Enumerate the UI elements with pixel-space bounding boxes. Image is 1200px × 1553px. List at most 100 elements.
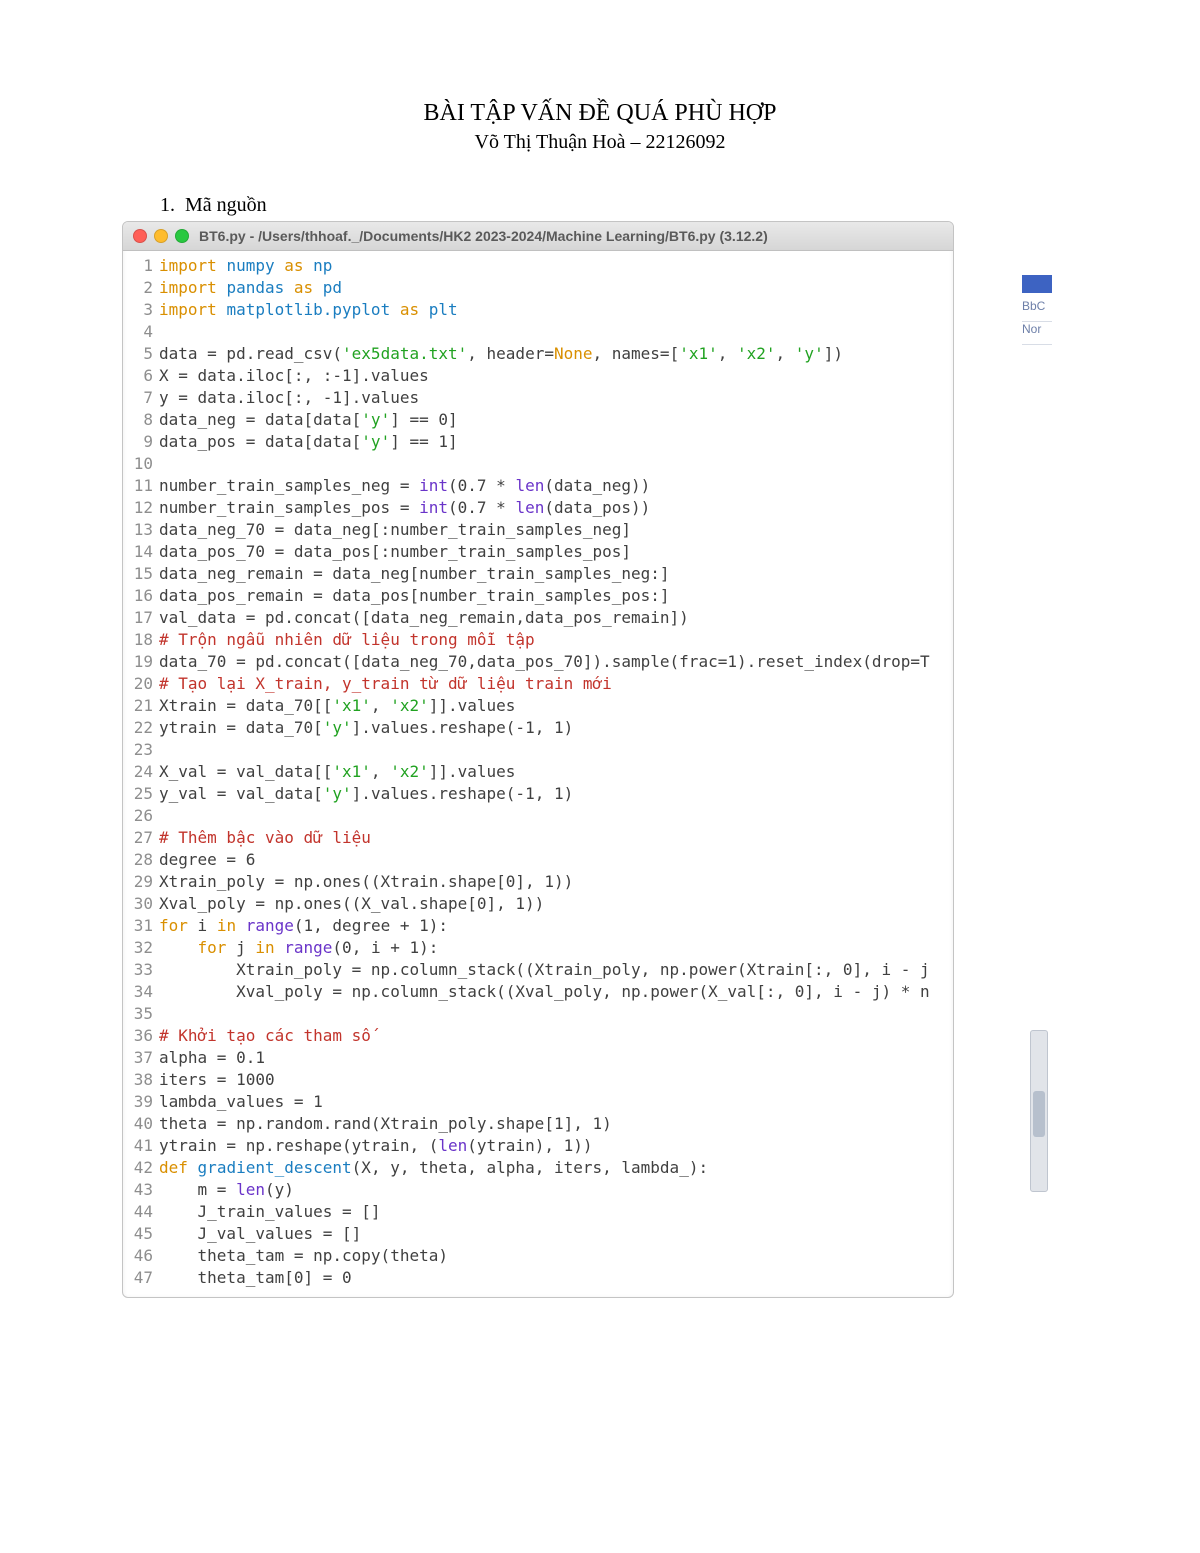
code-line[interactable]: 19data_70 = pd.concat([data_neg_70,data_… (123, 651, 953, 673)
code-line[interactable]: 30Xval_poly = np.ones((X_val.shape[0], 1… (123, 893, 953, 915)
code-line[interactable]: 45 J_val_values = [] (123, 1223, 953, 1245)
code-text[interactable] (159, 321, 169, 343)
code-line[interactable]: 10 (123, 453, 953, 475)
code-line[interactable]: 23 (123, 739, 953, 761)
code-line[interactable]: 34 Xval_poly = np.column_stack((Xval_pol… (123, 981, 953, 1003)
code-text[interactable]: data_neg = data[data['y'] == 0] (159, 409, 458, 431)
code-line[interactable]: 28degree = 6 (123, 849, 953, 871)
code-text[interactable]: J_train_values = [] (159, 1201, 381, 1223)
code-text[interactable]: degree = 6 (159, 849, 255, 871)
code-line[interactable]: 42def gradient_descent(X, y, theta, alph… (123, 1157, 953, 1179)
code-line[interactable]: 47 theta_tam[0] = 0 (123, 1267, 953, 1289)
code-line[interactable]: 12number_train_samples_pos = int(0.7 * l… (123, 497, 953, 519)
close-icon[interactable] (133, 229, 147, 243)
code-line[interactable]: 20# Tạo lại X_train, y_train từ dữ liệu … (123, 673, 953, 695)
code-text[interactable]: # Trộn ngẫu nhiên dữ liệu trong mỗi tập (159, 629, 535, 651)
code-line[interactable]: 44 J_train_values = [] (123, 1201, 953, 1223)
code-line[interactable]: 37alpha = 0.1 (123, 1047, 953, 1069)
code-line[interactable]: 46 theta_tam = np.copy(theta) (123, 1245, 953, 1267)
code-line[interactable]: 31for i in range(1, degree + 1): (123, 915, 953, 937)
code-text[interactable]: Xval_poly = np.column_stack((Xval_poly, … (159, 981, 930, 1003)
code-line[interactable]: 39lambda_values = 1 (123, 1091, 953, 1113)
code-line[interactable]: 21Xtrain = data_70[['x1', 'x2']].values (123, 695, 953, 717)
code-text[interactable]: iters = 1000 (159, 1069, 275, 1091)
code-line[interactable]: 22ytrain = data_70['y'].values.reshape(-… (123, 717, 953, 739)
code-line[interactable]: 14data_pos_70 = data_pos[:number_train_s… (123, 541, 953, 563)
code-text[interactable]: for j in range(0, i + 1): (159, 937, 438, 959)
code-text[interactable]: data_pos = data[data['y'] == 1] (159, 431, 458, 453)
code-line[interactable]: 17val_data = pd.concat([data_neg_remain,… (123, 607, 953, 629)
minimize-icon[interactable] (154, 229, 168, 243)
code-line[interactable]: 5data = pd.read_csv('ex5data.txt', heade… (123, 343, 953, 365)
code-line[interactable]: 32 for j in range(0, i + 1): (123, 937, 953, 959)
code-text[interactable]: number_train_samples_neg = int(0.7 * len… (159, 475, 650, 497)
code-line[interactable]: 4 (123, 321, 953, 343)
code-text[interactable]: data_neg_remain = data_neg[number_train_… (159, 563, 670, 585)
code-line[interactable]: 41ytrain = np.reshape(ytrain, (len(ytrai… (123, 1135, 953, 1157)
code-text[interactable]: import pandas as pd (159, 277, 342, 299)
code-line[interactable]: 35 (123, 1003, 953, 1025)
code-text[interactable]: theta_tam[0] = 0 (159, 1267, 352, 1289)
code-text[interactable]: import numpy as np (159, 255, 332, 277)
code-text[interactable]: Xtrain_poly = np.ones((Xtrain.shape[0], … (159, 871, 573, 893)
code-line[interactable]: 11number_train_samples_neg = int(0.7 * l… (123, 475, 953, 497)
code-text[interactable] (159, 1003, 169, 1025)
code-line[interactable]: 3import matplotlib.pyplot as plt (123, 299, 953, 321)
code-line[interactable]: 43 m = len(y) (123, 1179, 953, 1201)
code-text[interactable]: theta = np.random.rand(Xtrain_poly.shape… (159, 1113, 612, 1135)
zoom-icon[interactable] (175, 229, 189, 243)
code-text[interactable]: J_val_values = [] (159, 1223, 361, 1245)
code-text[interactable]: Xval_poly = np.ones((X_val.shape[0], 1)) (159, 893, 544, 915)
code-text[interactable]: data_pos_remain = data_pos[number_train_… (159, 585, 670, 607)
code-line[interactable]: 27# Thêm bậc vào dữ liệu (123, 827, 953, 849)
window-title-bar[interactable]: BT6.py - /Users/thhoaf._/Documents/HK2 2… (123, 222, 953, 251)
code-line[interactable]: 24X_val = val_data[['x1', 'x2']].values (123, 761, 953, 783)
code-text[interactable]: y_val = val_data['y'].values.reshape(-1,… (159, 783, 573, 805)
code-text[interactable]: theta_tam = np.copy(theta) (159, 1245, 448, 1267)
code-line[interactable]: 40theta = np.random.rand(Xtrain_poly.sha… (123, 1113, 953, 1135)
code-text[interactable]: data_70 = pd.concat([data_neg_70,data_po… (159, 651, 930, 673)
code-line[interactable]: 2import pandas as pd (123, 277, 953, 299)
code-text[interactable]: def gradient_descent(X, y, theta, alpha,… (159, 1157, 708, 1179)
code-line[interactable]: 26 (123, 805, 953, 827)
code-line[interactable]: 18# Trộn ngẫu nhiên dữ liệu trong mỗi tậ… (123, 629, 953, 651)
code-text[interactable]: alpha = 0.1 (159, 1047, 265, 1069)
code-line[interactable]: 33 Xtrain_poly = np.column_stack((Xtrain… (123, 959, 953, 981)
code-text[interactable]: # Khởi tạo các tham số (159, 1025, 371, 1047)
code-text[interactable]: for i in range(1, degree + 1): (159, 915, 448, 937)
code-line[interactable]: 9data_pos = data[data['y'] == 1] (123, 431, 953, 453)
code-text[interactable]: data_pos_70 = data_pos[:number_train_sam… (159, 541, 631, 563)
code-text[interactable] (159, 739, 169, 761)
code-line[interactable]: 6X = data.iloc[:, :-1].values (123, 365, 953, 387)
code-line[interactable]: 15data_neg_remain = data_neg[number_trai… (123, 563, 953, 585)
code-text[interactable]: # Tạo lại X_train, y_train từ dữ liệu tr… (159, 673, 612, 695)
code-text[interactable]: val_data = pd.concat([data_neg_remain,da… (159, 607, 689, 629)
code-line[interactable]: 7y = data.iloc[:, -1].values (123, 387, 953, 409)
code-line[interactable]: 29Xtrain_poly = np.ones((Xtrain.shape[0]… (123, 871, 953, 893)
code-text[interactable] (159, 805, 169, 827)
code-text[interactable]: lambda_values = 1 (159, 1091, 323, 1113)
code-text[interactable] (159, 453, 169, 475)
code-line[interactable]: 16data_pos_remain = data_pos[number_trai… (123, 585, 953, 607)
code-line[interactable]: 8data_neg = data[data['y'] == 0] (123, 409, 953, 431)
code-text[interactable]: Xtrain = data_70[['x1', 'x2']].values (159, 695, 515, 717)
code-text[interactable]: y = data.iloc[:, -1].values (159, 387, 419, 409)
code-text[interactable]: X = data.iloc[:, :-1].values (159, 365, 429, 387)
code-line[interactable]: 13data_neg_70 = data_neg[:number_train_s… (123, 519, 953, 541)
code-text[interactable]: ytrain = data_70['y'].values.reshape(-1,… (159, 717, 573, 739)
code-text[interactable]: # Thêm bậc vào dữ liệu (159, 827, 371, 849)
code-text[interactable]: X_val = val_data[['x1', 'x2']].values (159, 761, 515, 783)
code-line[interactable]: 25y_val = val_data['y'].values.reshape(-… (123, 783, 953, 805)
code-text[interactable]: m = len(y) (159, 1179, 294, 1201)
section-heading: 1. Mã nguồn (160, 194, 1070, 217)
code-line[interactable]: 36# Khởi tạo các tham số (123, 1025, 953, 1047)
code-line[interactable]: 38iters = 1000 (123, 1069, 953, 1091)
code-text[interactable]: data = pd.read_csv('ex5data.txt', header… (159, 343, 843, 365)
code-text[interactable]: ytrain = np.reshape(ytrain, (len(ytrain)… (159, 1135, 593, 1157)
code-text[interactable]: data_neg_70 = data_neg[:number_train_sam… (159, 519, 631, 541)
code-line[interactable]: 1import numpy as np (123, 255, 953, 277)
code-text[interactable]: import matplotlib.pyplot as plt (159, 299, 458, 321)
code-editor[interactable]: 1import numpy as np2import pandas as pd3… (123, 251, 953, 1297)
code-text[interactable]: Xtrain_poly = np.column_stack((Xtrain_po… (159, 959, 930, 981)
code-text[interactable]: number_train_samples_pos = int(0.7 * len… (159, 497, 650, 519)
